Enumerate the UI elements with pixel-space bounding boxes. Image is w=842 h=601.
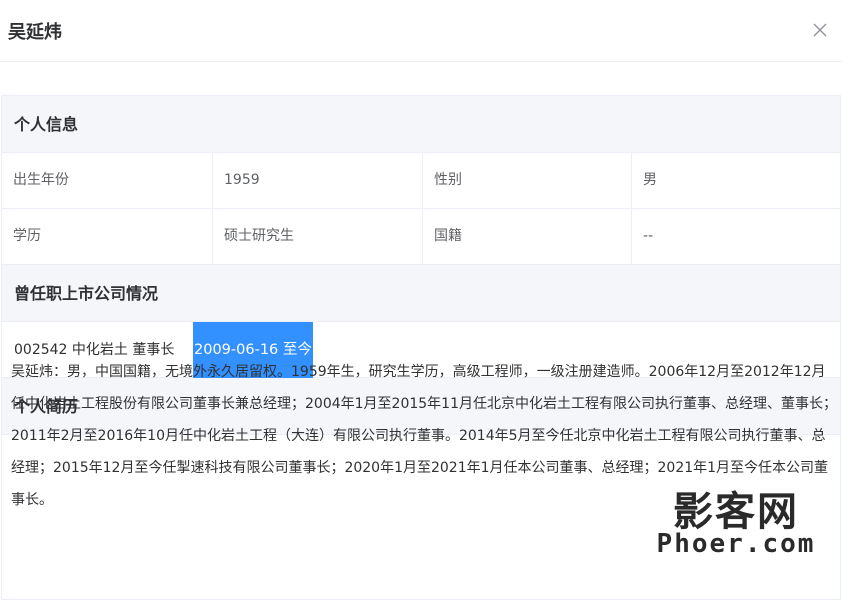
label-birth-year: 出生年份 — [13, 172, 69, 188]
value-birth-year: 1959 — [212, 153, 422, 208]
close-icon[interactable] — [810, 20, 830, 40]
section-personal-info-heading: 个人信息 — [2, 96, 840, 153]
dialog-title: 吴延炜 — [8, 22, 62, 43]
dialog-header: 吴延炜 — [0, 0, 842, 62]
value-nationality: -- — [631, 209, 840, 264]
info-row-education-nationality: 学历 硕士研究生 国籍 -- — [2, 209, 840, 265]
info-row-birth-gender: 出生年份 1959 性别 男 — [2, 153, 840, 209]
label-nationality: 国籍 — [422, 209, 631, 264]
watermark: 影客网 Phoer.com — [632, 475, 840, 567]
value-education: 硕士研究生 — [212, 209, 422, 264]
section-positions-heading: 曾任职上市公司情况 — [2, 265, 840, 322]
value-gender: 男 — [631, 153, 840, 208]
label-gender: 性别 — [422, 153, 631, 208]
label-education: 学历 — [13, 228, 41, 244]
watermark-url: Phoer.com — [656, 529, 816, 559]
